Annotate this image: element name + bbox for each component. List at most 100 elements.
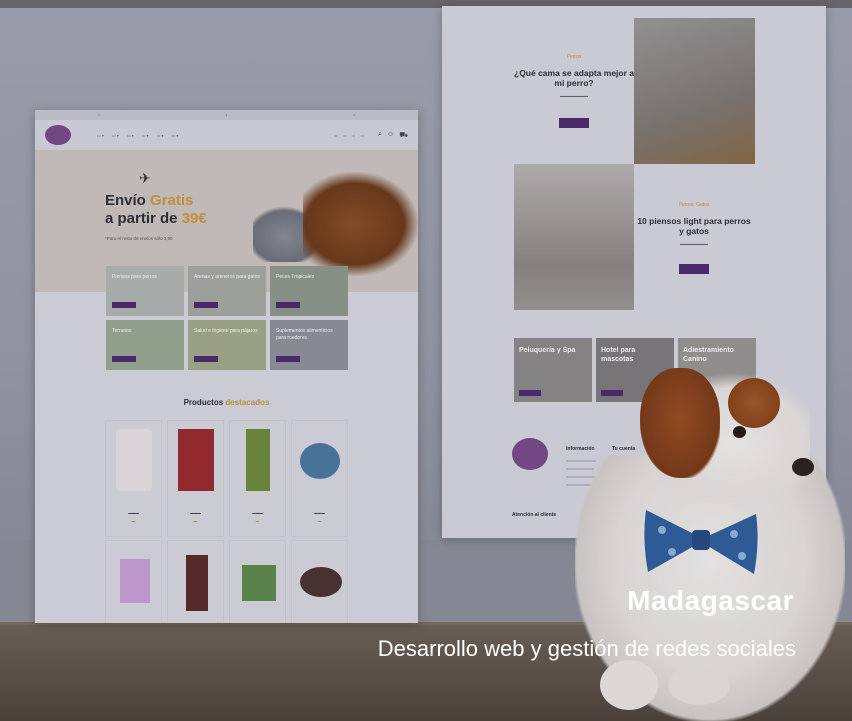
category-button [194, 356, 218, 362]
category-button [112, 356, 136, 362]
category-button [276, 356, 300, 362]
service-button [601, 390, 623, 396]
cart-icon: ⛟ [399, 131, 408, 139]
bulldog-photo [634, 18, 755, 164]
category-label: Terrarios [112, 328, 132, 334]
category-label: Salud e higiene para pájaros [194, 328, 258, 334]
spaniel-photo [303, 172, 418, 276]
service-label: Peluquería y Spa [519, 347, 576, 354]
product-card [167, 540, 224, 623]
post-button [559, 118, 589, 128]
footer-heading: Información [566, 446, 595, 452]
menu-item: ▭ ▾ [97, 132, 104, 138]
paper-plane-icon: ✈ [139, 170, 151, 186]
topbar-item: ▪ [98, 113, 100, 117]
product-name-placeholder: ▬▬▬ [190, 511, 201, 515]
menu-item: ▭ ▾ [111, 132, 119, 138]
product-name-placeholder: ▬▬▬ [128, 511, 139, 515]
product-image [242, 565, 276, 601]
footer-contact: Atención al cliente [512, 512, 557, 518]
product-card: ▬▬▬ ▬ [229, 420, 286, 537]
link-item: ▭ [360, 132, 365, 138]
product-image [246, 429, 270, 491]
footer-heading: Tu cuenta [612, 446, 636, 452]
product-price-placeholder: ▬ [255, 519, 260, 523]
dog-ear [640, 368, 720, 478]
category-label: Piensos para perros [112, 274, 157, 280]
category-tile: Arenas y areneros para gatos [188, 266, 266, 316]
products-row [105, 540, 351, 623]
menu-item: ▭ ▾ [126, 132, 134, 138]
product-image [300, 443, 340, 479]
hero-note: *Para el resto de envíos sólo 3,90 [105, 236, 173, 241]
product-price-placeholder: ▬ [131, 519, 136, 523]
products-row: ▬▬▬ ▬ ▬▬▬ ▬ ▬▬▬ ▬ ▬▬▬ ▬ [105, 420, 351, 537]
mockup-topbar: ▪ ▪ ▪ [35, 110, 418, 120]
category-tile: Peces Tropicales [270, 266, 348, 316]
service-label: Adiestramiento Canino [683, 347, 734, 363]
post-excerpt-placeholder: ▬▬▬▬▬▬▬▬ [680, 242, 708, 246]
dog-nose [792, 458, 814, 476]
product-card: ▬▬▬ ▬ [105, 420, 162, 537]
menu-item: ▭ ▾ [171, 132, 179, 138]
product-price-placeholder: ▬ [193, 519, 198, 523]
post-tag: Perros [566, 54, 582, 60]
brand-logo [45, 125, 71, 145]
link-item: ▭ [342, 132, 347, 138]
bowtie-icon [644, 510, 758, 574]
dog-eye [733, 426, 746, 438]
dog-paw [600, 660, 658, 710]
mockup-navbar: ▭ ▾ ▭ ▾ ▭ ▾ ▭ ▾ ▭ ▾ ▭ ▾ ▭ ▭ ▭ ▭ ⌕ ☺ ⛟ [35, 120, 418, 150]
category-tile: Suplementos alimenticios para roedores [270, 320, 348, 370]
dog-paw [668, 665, 730, 705]
menu-item: ▭ ▾ [156, 132, 164, 138]
hero-line2-highlight: 39€ [181, 210, 207, 227]
product-card: ▬▬▬ ▬ [167, 420, 224, 537]
product-card: ▬▬▬ ▬ [291, 420, 348, 537]
project-subtitle: Desarrollo web y gestión de redes social… [377, 636, 796, 661]
product-price-placeholder: ▬ [317, 519, 322, 523]
topbar-item: ▪ [353, 113, 355, 117]
product-image [116, 429, 152, 491]
dog-ear [728, 378, 780, 428]
link-item: ▭ [333, 132, 338, 138]
link-item: ▭ [351, 132, 356, 138]
product-image [178, 429, 214, 491]
post-tag: Perros, Gatos [678, 202, 710, 208]
hero-title: Envío Gratis a partir de 39€ [105, 192, 207, 228]
products-heading: Productos destacados [35, 398, 418, 407]
project-title: Madagascar [627, 585, 794, 616]
product-name-placeholder: ▬▬▬ [314, 511, 325, 515]
product-name-placeholder: ▬▬▬ [252, 511, 263, 515]
category-tile: Salud e higiene para pájaros [188, 320, 266, 370]
homepage-mockup: ▪ ▪ ▪ ▭ ▾ ▭ ▾ ▭ ▾ ▭ ▾ ▭ ▾ ▭ ▾ ▭ ▭ ▭ ▭ ⌕ … [35, 110, 418, 623]
post-button [679, 264, 709, 274]
category-tile: Piensos para perros [106, 266, 184, 316]
user-icon: ☺ [387, 130, 395, 138]
footer-logo [512, 438, 548, 470]
category-grid: Piensos para perros Arenas y areneros pa… [106, 266, 348, 370]
category-button [194, 302, 218, 308]
hero-line1-text: Envío [105, 192, 151, 209]
product-card [105, 540, 162, 623]
hero-line2-text: a partir de [105, 210, 182, 227]
product-image [300, 567, 342, 597]
category-tile: Terrarios [106, 320, 184, 370]
product-card [291, 540, 348, 623]
product-image [120, 559, 150, 603]
post-heading: ¿Qué cama se adapta mejor a mi perro? [514, 68, 634, 88]
hero-line1-highlight: Gratis [150, 192, 194, 209]
category-button [112, 302, 136, 308]
search-icon: ⌕ [378, 130, 383, 138]
service-label: Hotel para mascotas [601, 347, 636, 363]
cat-eating-photo [514, 164, 634, 310]
menu-item: ▭ ▾ [141, 132, 149, 138]
products-heading-highlight: destacados [225, 398, 270, 407]
topbar-item: ▪ [225, 113, 228, 117]
mockup-menu: ▭ ▾ ▭ ▾ ▭ ▾ ▭ ▾ ▭ ▾ ▭ ▾ [97, 133, 328, 138]
category-label: Suplementos alimenticios para roedores [276, 328, 333, 341]
products-heading-text: Productos [183, 398, 226, 407]
product-image [186, 555, 208, 611]
category-button [276, 302, 300, 308]
service-tile: Peluquería y Spa [514, 338, 592, 402]
